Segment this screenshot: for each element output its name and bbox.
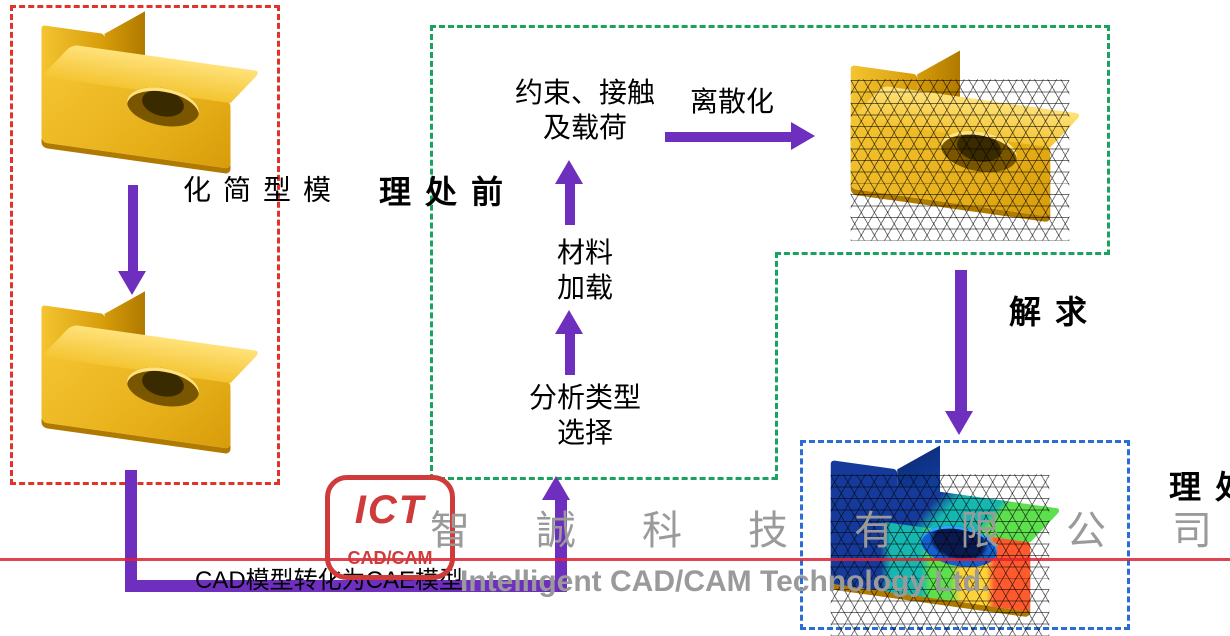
label-material: 材料 加载 — [525, 235, 645, 305]
cad-model-icon — [42, 39, 249, 192]
label-simplify: 模 型 简 化 — [175, 175, 335, 209]
meshed-model-icon — [851, 79, 1070, 241]
simplified-model-icon — [42, 319, 249, 472]
watermark-en: Intelligent CAD/CAM Technology Ltd. — [460, 565, 989, 599]
watermark-divider — [0, 558, 1230, 561]
heading-preprocess: 前 处 理 — [370, 175, 508, 213]
watermark-cn: 智 誠 科 技 有 限 公 司 — [430, 498, 1230, 556]
heading-solve: 求 解 — [1000, 295, 1092, 333]
label-discretize: 离散化 — [690, 80, 774, 120]
workflow-diagram: 模 型 简 化 CAD模型转化为CAE模型 （干涉检查） 装配体 前 处 理 分… — [0, 0, 1230, 636]
label-constraint: 约束、接触 及载荷 — [475, 75, 695, 145]
label-analysis-type: 分析类型 选择 — [505, 380, 665, 450]
